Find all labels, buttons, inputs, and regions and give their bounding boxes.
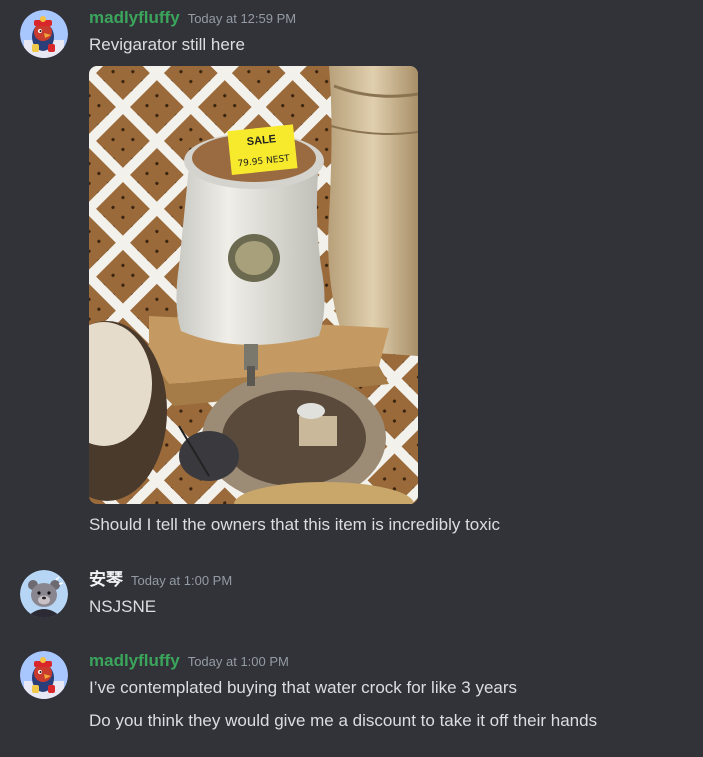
timestamp: Today at 12:59 PM: [187, 11, 297, 26]
message-text: NSJSNE: [89, 597, 157, 616]
sale-sign: SALE 79.95 NEST: [227, 124, 298, 175]
message-text: Should I tell the owners that this item …: [89, 515, 501, 534]
parrot-avatar-icon[interactable]: [20, 10, 68, 58]
message-text: Do you think they would give me a discou…: [89, 711, 598, 730]
bear-avatar-icon[interactable]: [20, 570, 68, 618]
message-header: 安琴 Today at 1:00 PM: [89, 569, 232, 591]
timestamp: Today at 1:00 PM: [187, 654, 289, 669]
parrot-avatar-icon[interactable]: [20, 651, 68, 699]
username[interactable]: 安琴: [89, 570, 123, 589]
message-header: madlyfluffy Today at 1:00 PM: [89, 650, 289, 672]
timestamp: Today at 1:00 PM: [131, 573, 233, 588]
message-text: Revigarator still here: [89, 35, 245, 54]
message-text: I’ve contemplated buying that water croc…: [89, 678, 518, 697]
username[interactable]: madlyfluffy: [89, 8, 180, 27]
username[interactable]: madlyfluffy: [89, 651, 180, 670]
message-header: madlyfluffy Today at 12:59 PM: [89, 7, 296, 29]
chat-log: madlyfluffy Today at 12:59 PM Revigarator…: [0, 0, 703, 757]
image-attachment[interactable]: SALE 79.95 NEST: [89, 66, 418, 504]
